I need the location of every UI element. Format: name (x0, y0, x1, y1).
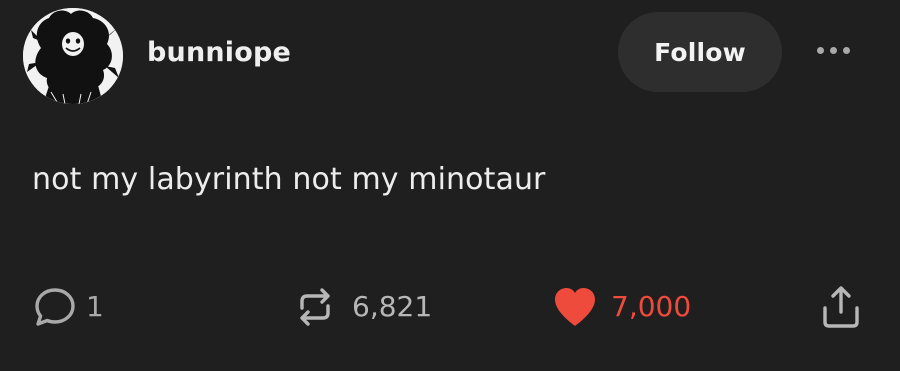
more-options-icon[interactable] (806, 38, 860, 62)
heart-icon (555, 288, 595, 326)
like-button[interactable]: 7,000 (551, 284, 691, 330)
comment-icon (35, 288, 75, 326)
share-icon (823, 286, 859, 328)
share-button[interactable] (818, 284, 864, 330)
post-card: bunniope Follow not my labyrinth not my … (0, 0, 900, 371)
post-text: not my labyrinth not my minotaur (32, 162, 546, 197)
reblog-icon (300, 288, 330, 326)
like-count: 7,000 (611, 290, 692, 323)
comment-count: 1 (86, 290, 104, 323)
follow-button[interactable]: Follow (618, 12, 782, 92)
avatar[interactable] (23, 8, 123, 104)
avatar-silhouette-icon (23, 8, 123, 104)
reblog-count: 6,821 (352, 290, 433, 323)
reblog-button[interactable]: 6,821 (292, 284, 432, 330)
username[interactable]: bunniope (147, 36, 291, 70)
comment-button[interactable]: 1 (32, 284, 104, 330)
